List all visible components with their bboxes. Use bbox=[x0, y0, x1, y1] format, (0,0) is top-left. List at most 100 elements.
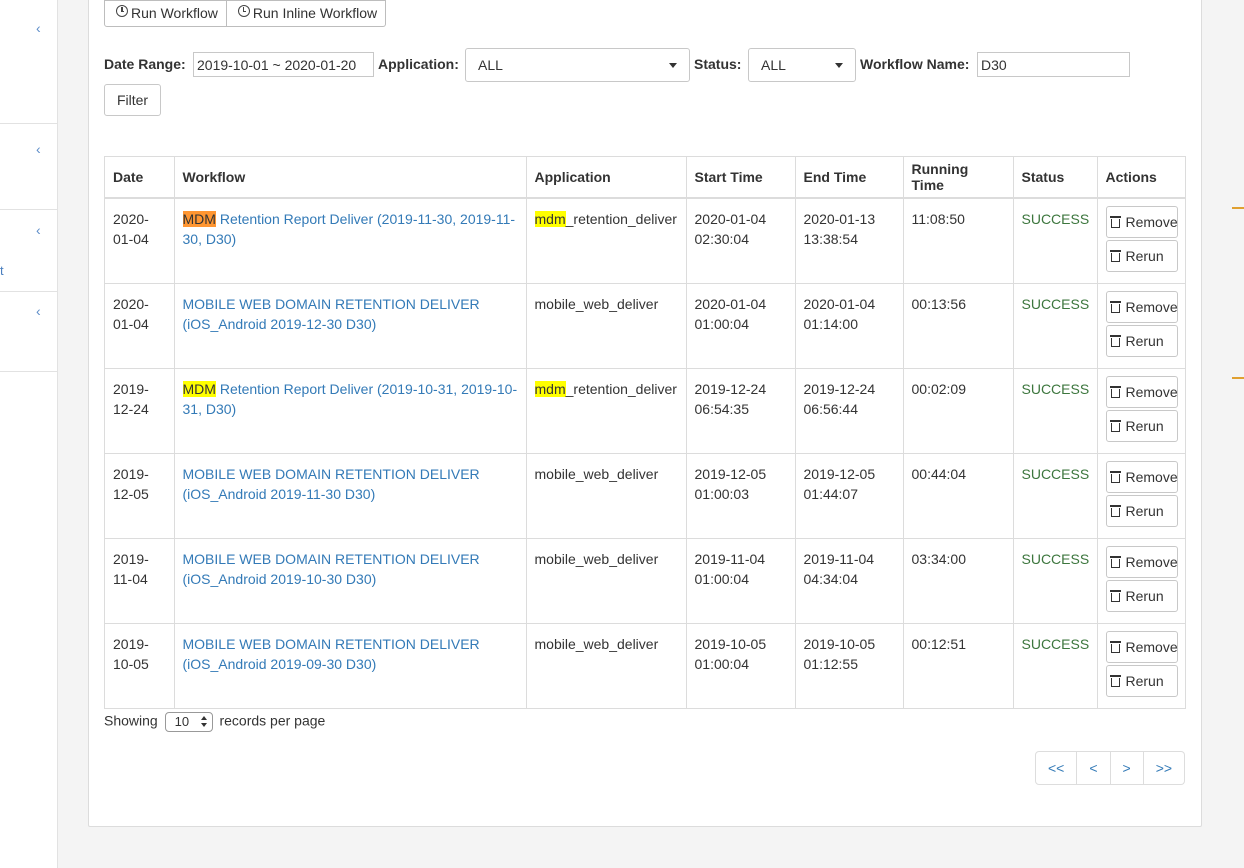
remove-button[interactable]: Remove bbox=[1105, 460, 1178, 493]
table-row: 2019-11-04 MOBILE WEB DOMAIN RETENTION DE… bbox=[105, 537, 1185, 623]
sidebar: ‹ ‹ ‹ t ‹ bbox=[0, 0, 58, 868]
status-cell: SUCCESS bbox=[1013, 367, 1098, 453]
end-time-cell: 2019-11-04 04:34:04 bbox=[795, 537, 904, 623]
actions-cell: Remove Rerun bbox=[1097, 537, 1185, 623]
application-cell: mobile_web_deliver bbox=[526, 537, 687, 623]
workflow-link[interactable]: MOBILE WEB DOMAIN RETENTION DELIVER (iOS… bbox=[183, 551, 480, 587]
search-highlight: MDM bbox=[182, 211, 216, 227]
workflow-cell: MOBILE WEB DOMAIN RETENTION DELIVER (iOS… bbox=[174, 452, 527, 538]
remove-button[interactable]: Remove bbox=[1105, 375, 1178, 408]
rerun-button[interactable]: Rerun bbox=[1105, 664, 1178, 697]
column-header-status[interactable]: Status bbox=[1013, 157, 1098, 199]
column-header-date[interactable]: Date bbox=[105, 157, 175, 199]
sidebar-item-label[interactable]: t bbox=[0, 263, 4, 278]
rerun-label: Rerun bbox=[1125, 332, 1164, 349]
workflow-link[interactable]: MOBILE WEB DOMAIN RETENTION DELIVER (iOS… bbox=[183, 466, 480, 502]
application-cell: mobile_web_deliver bbox=[526, 452, 687, 538]
chevron-left-icon[interactable]: ‹ bbox=[36, 304, 41, 318]
running-time-cell: 00:02:09 bbox=[903, 367, 1014, 453]
remove-label: Remove bbox=[1125, 298, 1178, 315]
workflow-link-text: MOBILE WEB DOMAIN RETENTION DELIVER (iOS… bbox=[182, 550, 480, 587]
actions-cell: Remove Rerun bbox=[1097, 282, 1185, 368]
date-cell: 2019-11-04 bbox=[105, 537, 175, 623]
workflow-link[interactable]: MDM Retention Report Deliver (2019-10-31… bbox=[182, 380, 518, 417]
status-cell: SUCCESS bbox=[1013, 282, 1098, 368]
workflow-name-label: Workflow Name: bbox=[860, 56, 970, 72]
rerun-button[interactable]: Rerun bbox=[1105, 324, 1178, 357]
next-page-button[interactable]: > bbox=[1110, 751, 1144, 785]
trash-icon bbox=[1109, 334, 1121, 347]
date-range-input[interactable] bbox=[193, 52, 374, 77]
remove-label: Remove bbox=[1125, 468, 1178, 485]
start-time-cell: 2019-12-24 06:54:35 bbox=[686, 367, 796, 453]
trash-icon bbox=[1109, 419, 1121, 432]
column-header-application[interactable]: Application bbox=[526, 157, 687, 199]
workflow-link-text: Retention Report Deliver (2019-11-30, 20… bbox=[182, 211, 516, 247]
application-label: Application: bbox=[378, 56, 459, 72]
application-cell: mdm_retention_deliver bbox=[526, 367, 687, 453]
column-header-workflow[interactable]: Workflow bbox=[174, 157, 527, 199]
chevron-left-icon[interactable]: ‹ bbox=[36, 21, 41, 35]
per-page-select[interactable]: 10 bbox=[164, 712, 213, 732]
remove-button[interactable]: Remove bbox=[1105, 630, 1178, 663]
remove-label: Remove bbox=[1125, 214, 1178, 230]
application-select-value: ALL bbox=[478, 57, 503, 73]
remove-button[interactable]: Remove bbox=[1105, 206, 1178, 238]
rerun-button[interactable]: Rerun bbox=[1105, 579, 1178, 612]
remove-label: Remove bbox=[1125, 553, 1178, 570]
table-row: 2019-12-05 MOBILE WEB DOMAIN RETENTION DE… bbox=[105, 452, 1185, 538]
status-select[interactable]: ALL bbox=[748, 48, 856, 82]
workflow-link-text: MOBILE WEB DOMAIN RETENTION DELIVER (iOS… bbox=[182, 295, 480, 332]
end-time-cell: 2019-12-24 06:56:44 bbox=[795, 367, 904, 453]
chevron-left-icon[interactable]: ‹ bbox=[36, 223, 41, 237]
column-header-running-time[interactable]: Running Time bbox=[903, 157, 1014, 199]
clock-icon bbox=[237, 5, 250, 17]
workflow-cell: MDM Retention Report Deliver (2019-11-30… bbox=[174, 198, 527, 283]
application-select[interactable]: ALL bbox=[465, 48, 690, 82]
prev-page-button[interactable]: < bbox=[1077, 751, 1111, 785]
workflow-cell: MOBILE WEB DOMAIN RETENTION DELIVER (iOS… bbox=[174, 282, 527, 368]
running-time-cell: 00:12:51 bbox=[903, 622, 1014, 708]
application-cell: mobile_web_deliver bbox=[526, 622, 687, 708]
sidebar-divider bbox=[0, 123, 57, 124]
start-time-cell: 2019-11-04 01:00:04 bbox=[686, 537, 796, 623]
status-cell: SUCCESS bbox=[1013, 452, 1098, 538]
rerun-button[interactable]: Rerun bbox=[1105, 240, 1178, 272]
column-header-start-time[interactable]: Start Time bbox=[686, 157, 796, 199]
filter-button[interactable]: Filter bbox=[104, 84, 161, 116]
trash-icon bbox=[1109, 589, 1121, 602]
date-cell: 2020-01-04 bbox=[105, 282, 175, 368]
status-cell: SUCCESS bbox=[1013, 537, 1098, 623]
rerun-button[interactable]: Rerun bbox=[1105, 409, 1178, 442]
end-time-cell: 2019-12-05 01:44:07 bbox=[795, 452, 904, 538]
showing-label: Showing bbox=[104, 712, 158, 729]
workflow-cell: MOBILE WEB DOMAIN RETENTION DELIVER (iOS… bbox=[174, 537, 527, 623]
start-time-cell: 2019-10-05 01:00:04 bbox=[686, 622, 796, 708]
chevron-left-icon[interactable]: ‹ bbox=[36, 142, 41, 156]
first-page-button[interactable]: << bbox=[1035, 751, 1078, 785]
workflow-table: Date Workflow Application Start Time End… bbox=[104, 156, 1186, 709]
rerun-button[interactable]: Rerun bbox=[1105, 494, 1178, 527]
workflow-cell: MOBILE WEB DOMAIN RETENTION DELIVER (iOS… bbox=[174, 622, 527, 708]
sidebar-divider bbox=[0, 209, 57, 210]
workflow-name-input[interactable] bbox=[977, 52, 1130, 77]
run-button-group: Run Workflow Run Inline Workflow bbox=[104, 0, 387, 27]
run-workflow-button[interactable]: Run Workflow bbox=[104, 0, 227, 27]
page-size-control: Showing 10 records per page bbox=[104, 712, 325, 732]
trash-icon bbox=[1109, 674, 1121, 687]
workflow-link-text: MOBILE WEB DOMAIN RETENTION DELIVER (iOS… bbox=[182, 465, 480, 502]
trash-icon bbox=[1109, 555, 1121, 568]
workflow-link-text: Retention Report Deliver (2019-10-31, 20… bbox=[182, 380, 518, 417]
workflow-link[interactable]: MOBILE WEB DOMAIN RETENTION DELIVER (iOS… bbox=[183, 636, 480, 672]
run-inline-workflow-button[interactable]: Run Inline Workflow bbox=[226, 0, 387, 27]
table-row: 2019-10-05 MOBILE WEB DOMAIN RETENTION DE… bbox=[105, 622, 1185, 708]
date-range-label: Date Range: bbox=[104, 56, 186, 72]
column-header-end-time[interactable]: End Time bbox=[795, 157, 904, 199]
workflow-link[interactable]: MOBILE WEB DOMAIN RETENTION DELIVER (iOS… bbox=[183, 296, 480, 332]
caret-down-icon bbox=[669, 63, 677, 68]
table-row: 2020-01-04 MDM Retention Report Deliver (… bbox=[105, 198, 1185, 283]
remove-button[interactable]: Remove bbox=[1105, 290, 1178, 323]
last-page-button[interactable]: >> bbox=[1143, 751, 1186, 785]
remove-button[interactable]: Remove bbox=[1105, 545, 1178, 578]
workflow-link[interactable]: MDM Retention Report Deliver (2019-11-30… bbox=[182, 211, 516, 247]
